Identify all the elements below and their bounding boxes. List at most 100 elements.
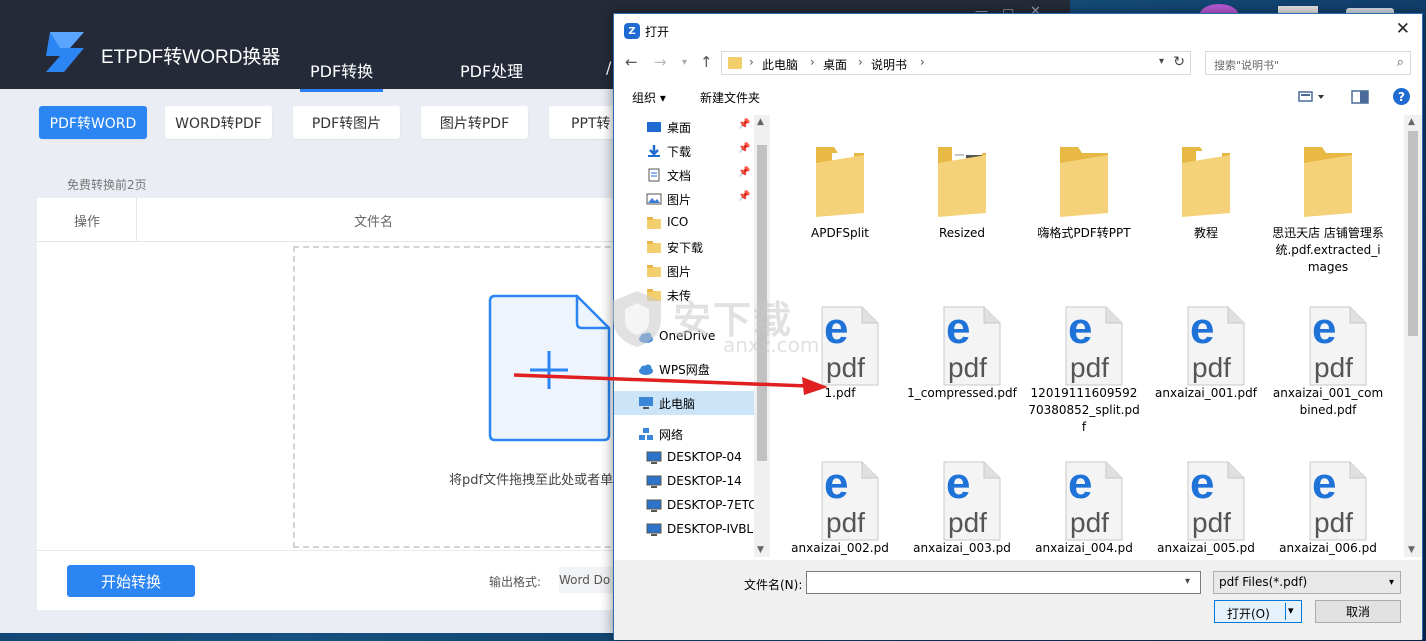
- folder-item[interactable]: 嗨格式PDF转PPT: [1028, 125, 1140, 275]
- breadcrumb-desktop[interactable]: 桌面: [823, 56, 847, 73]
- file-name: anxaizai_002.pd: [791, 541, 889, 555]
- view-options-icon[interactable]: [1298, 90, 1326, 104]
- svg-text:pdf: pdf: [826, 352, 865, 383]
- monitor-icon: [646, 523, 662, 537]
- breadcrumb-separator: ›: [749, 55, 754, 69]
- nav-item[interactable]: 网络: [614, 422, 754, 446]
- pdf-file-item[interactable]: e pdf anxaizai_005.pd: [1150, 450, 1262, 557]
- back-arrow-icon[interactable]: ←: [625, 53, 638, 71]
- svg-text:pdf: pdf: [1314, 352, 1353, 383]
- word-to-pdf-button[interactable]: WORD转PDF: [165, 106, 272, 139]
- nav-item[interactable]: 安下载: [614, 235, 754, 259]
- breadcrumb-this-pc[interactable]: 此电脑: [762, 56, 798, 73]
- pdf-icon: epdf: [821, 460, 879, 541]
- chevron-down-icon[interactable]: ▾: [1159, 56, 1164, 67]
- monitor-icon: [646, 475, 662, 489]
- file-name: 思迅天店 店铺管理系统.pdf.extracted_images: [1272, 226, 1384, 274]
- up-arrow-icon[interactable]: ↑: [700, 53, 713, 71]
- svg-text:pdf: pdf: [1192, 507, 1231, 538]
- breadcrumb-separator: ›: [920, 55, 925, 69]
- close-icon[interactable]: ✕: [1396, 19, 1410, 39]
- search-input[interactable]: 搜索"说明书" ⌕: [1205, 51, 1411, 75]
- watermark-sub: anxz.com: [723, 333, 820, 357]
- file-name: 1201911160959270380852_split.pdf: [1028, 386, 1140, 434]
- nav-item-label: 网络: [659, 428, 684, 442]
- nav-item[interactable]: DESKTOP-IVBL: [614, 518, 754, 542]
- nav-item[interactable]: ICO: [614, 211, 754, 235]
- pdf-file-item[interactable]: e pdf 1201911160959270380852_split.pdf: [1028, 295, 1140, 445]
- start-convert-button[interactable]: 开始转换: [67, 565, 195, 597]
- cancel-button[interactable]: 取消: [1315, 600, 1401, 623]
- nav-item[interactable]: 图片: [614, 259, 754, 283]
- tab-more[interactable]: /: [606, 58, 611, 77]
- open-button[interactable]: 打开(O) ▾: [1214, 600, 1302, 623]
- pdf-file-item[interactable]: e pdf anxaizai_006.pd: [1272, 450, 1384, 557]
- filetype-select[interactable]: pdf Files(*.pdf) ▾: [1213, 571, 1401, 594]
- folder-item[interactable]: 教程: [1150, 125, 1262, 275]
- svg-text:e: e: [946, 460, 970, 508]
- file-grid: APDFSplit Resized 嗨格式PDF转PPT 教程 思迅天店 店铺管理系统.…: [774, 115, 1404, 557]
- ppt-to-pdf-button[interactable]: PPT转: [549, 106, 615, 139]
- app-logo-icon: [46, 32, 84, 72]
- new-folder-button[interactable]: 新建文件夹: [700, 89, 760, 106]
- tab-pdf-process[interactable]: PDF处理: [460, 58, 523, 82]
- app-icon: Z: [624, 23, 640, 39]
- scroll-up-icon[interactable]: ▲: [757, 117, 764, 127]
- pdf-file-item[interactable]: e pdf anxaizai_002.pd: [784, 450, 896, 557]
- pdf-icon: epdf: [1187, 305, 1245, 386]
- document-icon: [646, 168, 662, 182]
- nav-item[interactable]: DESKTOP-14: [614, 470, 754, 494]
- monitor-icon: [646, 499, 662, 513]
- recent-dropdown-icon[interactable]: ▾: [682, 57, 687, 68]
- organize-menu[interactable]: 组织 ▾: [632, 89, 666, 106]
- refresh-icon[interactable]: ↻: [1173, 54, 1185, 70]
- nav-item[interactable]: 图片 📌: [614, 187, 754, 211]
- pdf-file-item[interactable]: e pdf anxaizai_004.pd: [1028, 450, 1140, 557]
- scroll-down-icon[interactable]: ▼: [757, 545, 764, 555]
- scroll-down-icon[interactable]: ▼: [1408, 545, 1415, 555]
- image-to-pdf-button[interactable]: 图片转PDF: [421, 106, 528, 139]
- file-scroll-thumb[interactable]: [1408, 131, 1418, 336]
- nav-item-label: 下载: [667, 145, 692, 159]
- breadcrumb-manual[interactable]: 说明书: [871, 56, 907, 73]
- address-bar[interactable]: › 此电脑 › 桌面 › 说明书 › ▾ ↻: [721, 51, 1191, 75]
- pdf-icon: epdf: [1187, 460, 1245, 541]
- pdf-icon: epdf: [1065, 460, 1123, 541]
- dialog-title: 打开: [645, 25, 670, 39]
- pdf-file-item[interactable]: e pdf 1_compressed.pdf: [906, 295, 1018, 445]
- pdf-file-item[interactable]: e pdf anxaizai_003.pd: [906, 450, 1018, 557]
- svg-text:e: e: [1068, 305, 1092, 353]
- search-icon[interactable]: ⌕: [1397, 55, 1404, 70]
- folder-item[interactable]: APDFSplit: [784, 125, 896, 275]
- pdf-file-item[interactable]: e pdf anxaizai_001.pdf: [1150, 295, 1262, 445]
- dialog-toolbar: 组织 ▾ 新建文件夹 ?: [614, 84, 1422, 110]
- folder-item[interactable]: Resized: [906, 125, 1018, 275]
- open-button-label: 打开(O): [1227, 607, 1270, 621]
- pdf-icon: epdf: [943, 305, 1001, 386]
- folder-icon: [728, 57, 742, 69]
- svg-text:e: e: [824, 305, 848, 353]
- scroll-up-icon[interactable]: ▲: [1408, 117, 1415, 127]
- help-icon[interactable]: ?: [1393, 88, 1410, 105]
- file-scrollbar[interactable]: ▲ ▼: [1404, 115, 1422, 557]
- column-filename: 文件名: [354, 214, 394, 230]
- nav-item[interactable]: 文档 📌: [614, 163, 754, 187]
- nav-item[interactable]: 桌面 📌: [614, 115, 754, 139]
- split-divider: [1285, 603, 1286, 620]
- preview-pane-icon[interactable]: [1351, 90, 1369, 104]
- svg-text:e: e: [1190, 460, 1214, 508]
- folder-item[interactable]: 思迅天店 店铺管理系统.pdf.extracted_images: [1272, 125, 1384, 275]
- drop-hint-text: 将pdf文件拖拽至此处或者单击: [449, 473, 627, 488]
- chevron-down-icon[interactable]: ▾: [1288, 604, 1294, 617]
- filename-input[interactable]: [806, 571, 1201, 594]
- pdf-file-item[interactable]: e pdf anxaizai_001_combined.pdf: [1272, 295, 1384, 445]
- nav-item[interactable]: DESKTOP-04: [614, 446, 754, 470]
- pdf-to-image-button[interactable]: PDF转图片: [293, 106, 400, 139]
- nav-item[interactable]: DESKTOP-7ETC: [614, 494, 757, 518]
- tab-pdf-convert[interactable]: PDF转换: [299, 58, 384, 92]
- svg-text:pdf: pdf: [948, 507, 987, 538]
- pdf-to-word-button[interactable]: PDF转WORD: [39, 106, 147, 139]
- chevron-down-icon[interactable]: ▾: [1185, 576, 1190, 587]
- nav-item[interactable]: 下载 📌: [614, 139, 754, 163]
- forward-arrow-icon[interactable]: →: [654, 53, 667, 71]
